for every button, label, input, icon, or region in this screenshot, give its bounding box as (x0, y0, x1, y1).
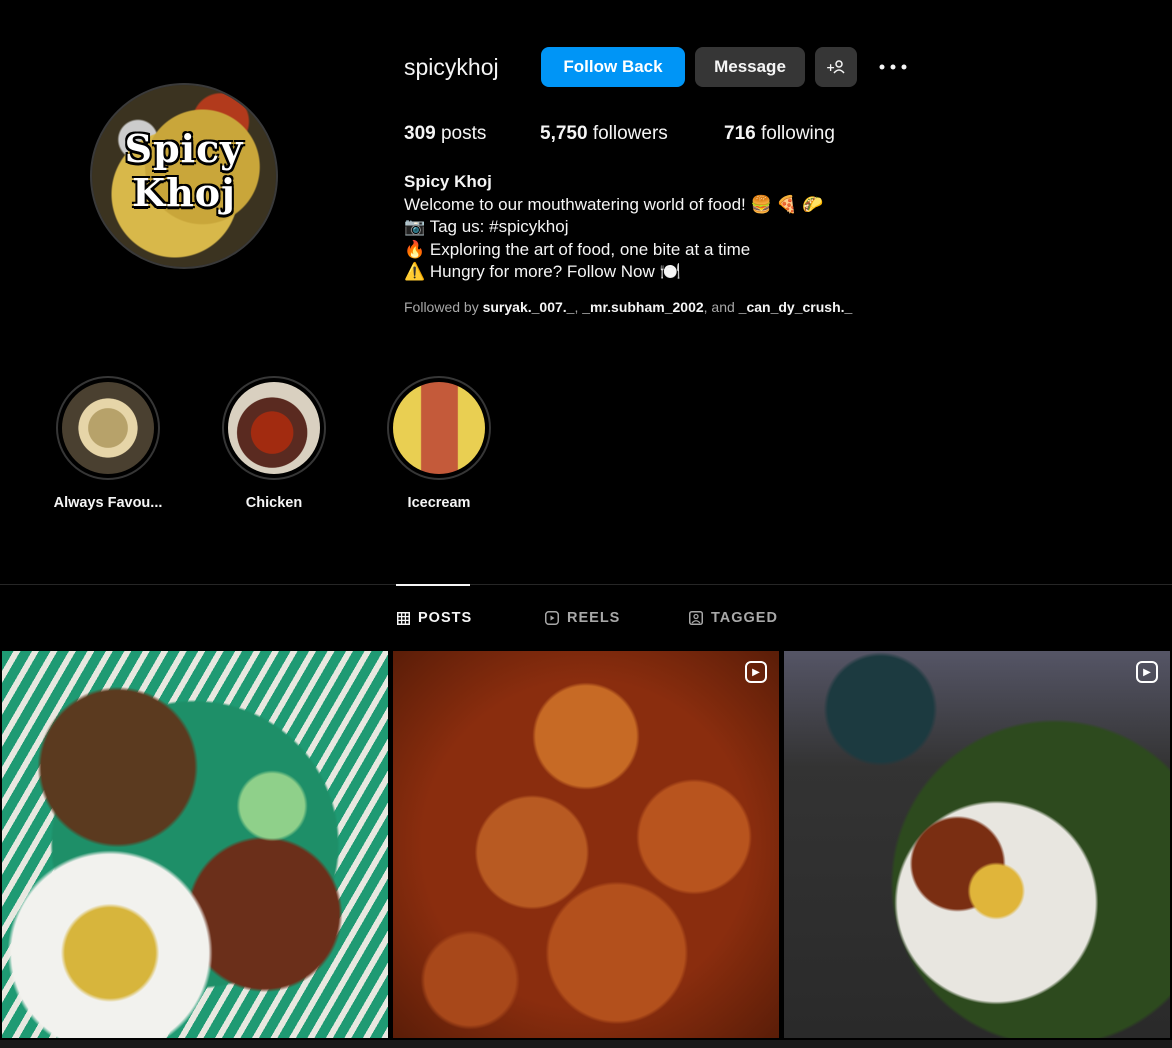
add-user-icon: + (826, 60, 845, 74)
more-options-button[interactable] (872, 47, 914, 87)
follower-link[interactable]: _mr.subham_2002 (582, 299, 703, 315)
follower-link[interactable]: suryak._007._ (483, 299, 575, 315)
highlight-always-favourite[interactable]: Always Favou... (43, 376, 173, 511)
profile-bio: Spicy Khoj Welcome to our mouthwatering … (404, 171, 823, 284)
highlight-cover (393, 382, 485, 474)
highlight-icecream[interactable]: Icecream (374, 376, 504, 511)
grid-icon (397, 611, 410, 625)
bio-line: ⚠️ Hungry for more? Follow Now 🍽️ (404, 262, 681, 281)
profile-full-name: Spicy Khoj (404, 172, 492, 191)
followers-count[interactable]: 5,750 followers (540, 123, 668, 145)
profile-avatar[interactable]: Spicy Khoj (90, 83, 278, 269)
reel-icon: ▶ (745, 661, 767, 683)
add-user-button[interactable]: + (815, 47, 857, 87)
highlight-ring (222, 376, 326, 480)
next-row-posts (0, 1040, 1172, 1048)
bio-line: 📷 Tag us: #spicykhoj (404, 217, 569, 236)
avatar-image: Spicy Khoj (92, 85, 276, 267)
highlight-label: Always Favou... (53, 495, 163, 511)
tab-posts[interactable]: POSTS (397, 610, 472, 626)
highlight-chicken[interactable]: Chicken (209, 376, 339, 511)
bio-line: Welcome to our mouthwatering world of fo… (404, 194, 824, 214)
posts-count: 309 posts (404, 123, 487, 144)
post-thumbnail[interactable]: ▶ (393, 651, 779, 1038)
tabs-divider (0, 584, 1172, 585)
tagged-icon (689, 611, 703, 625)
highlight-label: Icecream (407, 495, 471, 511)
more-horizontal-icon (879, 64, 907, 70)
follower-link[interactable]: _can_dy_crush._ (739, 299, 853, 315)
tab-reels[interactable]: REELS (545, 610, 620, 626)
highlight-cover (62, 382, 154, 474)
highlight-cover (228, 382, 320, 474)
highlight-label: Chicken (245, 495, 303, 511)
post-thumbnail[interactable]: ▶ (784, 651, 1170, 1038)
highlight-ring (387, 376, 491, 480)
profile-username: spicykhoj (404, 54, 499, 80)
post-thumbnail[interactable] (2, 651, 388, 1038)
tab-tagged[interactable]: TAGGED (689, 610, 778, 626)
highlight-ring (56, 376, 160, 480)
active-tab-indicator (396, 584, 470, 586)
follow-back-button[interactable]: Follow Back (541, 47, 685, 87)
message-button[interactable]: Message (695, 47, 805, 87)
reels-icon (545, 611, 559, 625)
following-count[interactable]: 716 following (724, 123, 835, 145)
avatar-logo-text: Spicy Khoj (124, 126, 244, 215)
reel-icon: ▶ (1136, 661, 1158, 683)
bio-line: 🔥 Exploring the art of food, one bite at… (404, 239, 751, 259)
followed-by[interactable]: Followed by suryak._007._, _mr.subham_20… (404, 299, 852, 315)
